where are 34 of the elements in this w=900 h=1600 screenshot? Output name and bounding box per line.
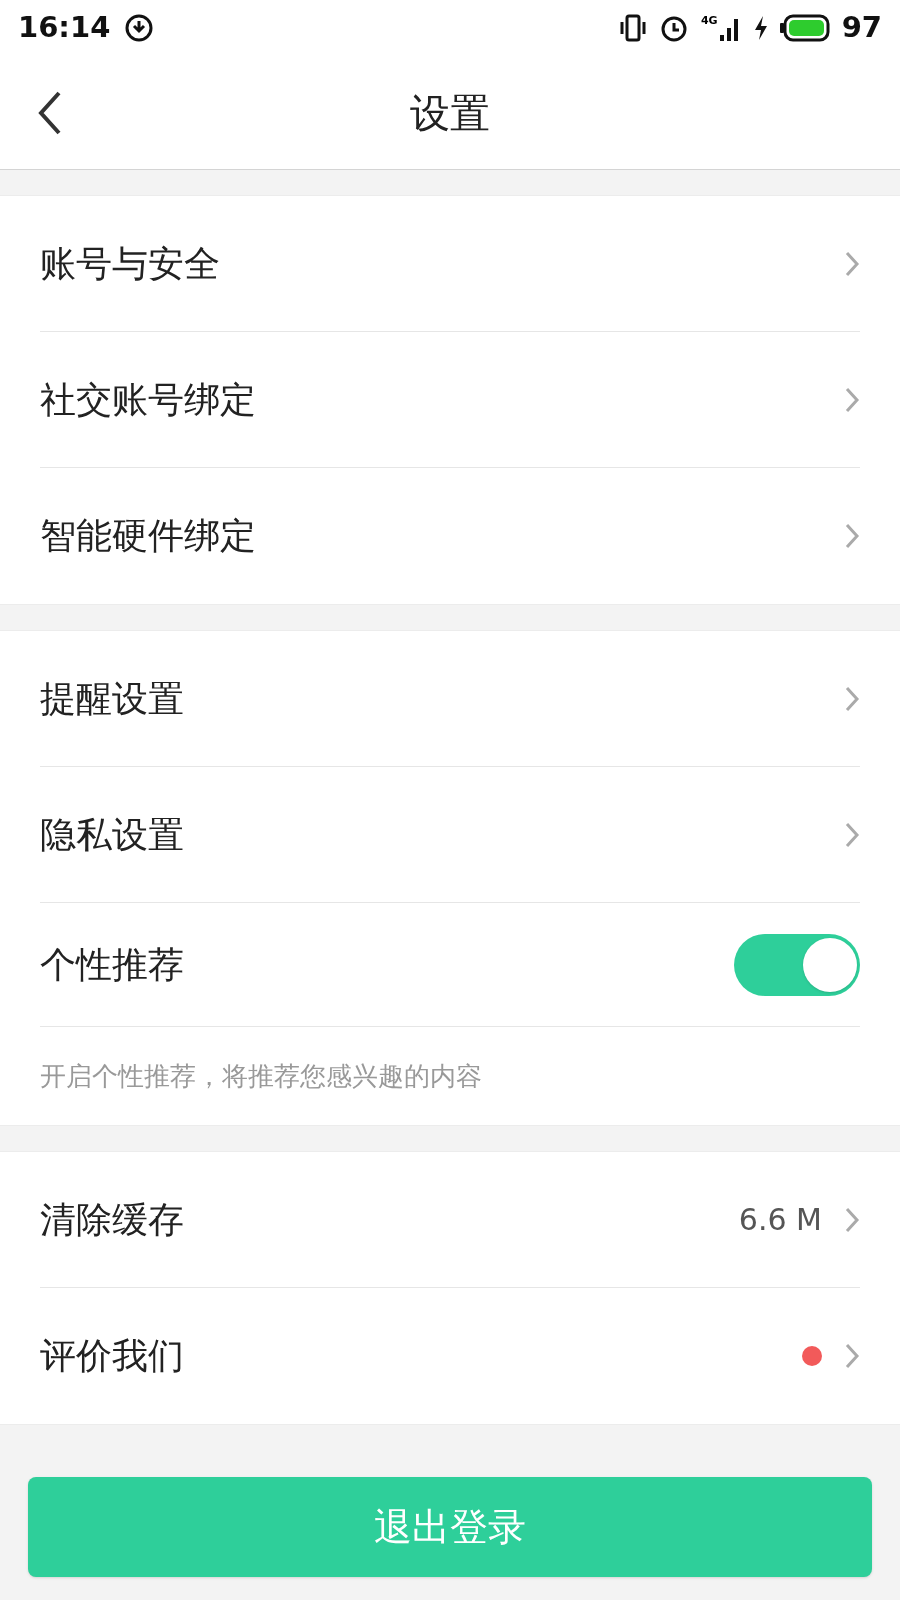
settings-row[interactable]: 社交账号绑定 — [40, 332, 860, 468]
battery-icon — [779, 14, 830, 42]
settings-row[interactable]: 评价我们 — [40, 1288, 860, 1424]
row-label: 个性推荐 — [40, 942, 184, 987]
chevron-icon — [844, 820, 860, 849]
chevron-icon — [844, 1342, 860, 1370]
settings-row[interactable]: 个性推荐 — [40, 903, 860, 1027]
settings-row[interactable]: 账号与安全 — [40, 196, 860, 332]
row-label: 提醒设置 — [40, 676, 184, 721]
row-label: 智能硬件绑定 — [40, 514, 256, 558]
cache-size: 6.6 M — [738, 1201, 822, 1239]
row-label: 隐私设置 — [40, 812, 184, 857]
chevron-icon — [844, 385, 860, 414]
battery-percent: 97 — [841, 9, 882, 47]
charging-icon — [753, 15, 768, 41]
settings-row[interactable]: 智能硬件绑定 — [40, 468, 860, 604]
page-title: 设置 — [410, 88, 490, 138]
status-time: 16:14 — [18, 9, 111, 47]
row-label: 清除缓存 — [40, 1197, 184, 1242]
row-label: 账号与安全 — [40, 241, 220, 286]
row-label: 评价我们 — [40, 1334, 184, 1378]
chevron-icon — [844, 684, 860, 713]
chevron-icon — [844, 1205, 860, 1234]
chevron-icon — [844, 522, 860, 550]
vibrate-icon — [618, 13, 647, 43]
network-type: 4G — [700, 15, 718, 26]
settings-row[interactable]: 提醒设置 — [40, 631, 860, 767]
row-label: 社交账号绑定 — [40, 377, 256, 422]
back-icon — [37, 90, 63, 136]
hint-text: 开启个性推荐，将推荐您感兴趣的内容 — [40, 1059, 482, 1093]
chevron-icon — [844, 249, 860, 278]
settings-row[interactable]: 清除缓存 6.6 M — [40, 1152, 860, 1288]
download-icon — [124, 13, 155, 43]
settings-row[interactable]: 隐私设置 — [40, 767, 860, 903]
